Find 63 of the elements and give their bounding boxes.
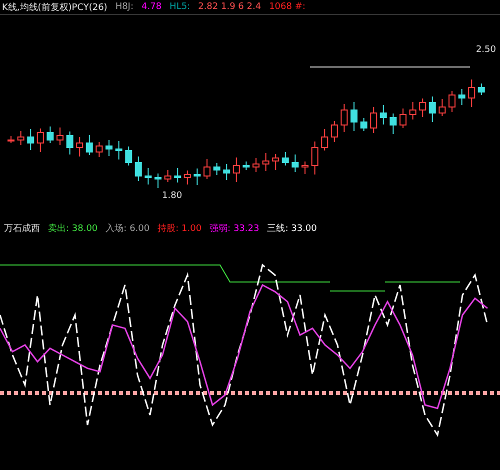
- candlestick: [106, 140, 112, 156]
- candlestick: [370, 106, 378, 134]
- candlestick: [458, 88, 466, 106]
- indicator-title: 万石成西: [4, 222, 40, 234]
- candlestick: [223, 164, 230, 180]
- candlestick: [252, 158, 260, 172]
- candlestick: [36, 128, 44, 152]
- header-text: H8J:: [115, 2, 134, 12]
- candlestick: [282, 152, 289, 166]
- candlestick: [204, 158, 210, 180]
- candlestick: [46, 126, 54, 144]
- candlestick: [292, 154, 299, 172]
- candlestick: [390, 113, 397, 134]
- candlestick: [409, 102, 416, 120]
- candlestick: [17, 130, 24, 146]
- candlestick: [321, 128, 328, 151]
- candlestick: [8, 136, 14, 144]
- candlestick: [448, 90, 456, 112]
- candlestick: [242, 161, 250, 170]
- candlestick: [134, 156, 142, 182]
- candlestick: [262, 152, 270, 172]
- candlestick: [419, 98, 426, 118]
- candlestick: [144, 168, 152, 185]
- candlestick: [213, 162, 220, 176]
- candlestick: [350, 102, 358, 132]
- candlestick: [27, 128, 34, 150]
- candlestick: [428, 96, 436, 122]
- indicator-value: 卖出: 38.00: [48, 222, 98, 234]
- header-text: HL5:: [170, 2, 190, 12]
- price-label: 2.50: [476, 45, 496, 55]
- candlestick: [400, 108, 406, 128]
- candlestick: [56, 127, 64, 146]
- candlestick: [478, 83, 485, 96]
- candlestick: [154, 173, 162, 188]
- candlestick: [164, 170, 172, 182]
- candlestick: [302, 161, 308, 174]
- header-text: 4.78: [142, 2, 162, 12]
- candlestick: [66, 131, 74, 155]
- price-label: 1.80: [162, 191, 182, 201]
- candlestick: [174, 168, 182, 183]
- candlestick: [360, 118, 368, 132]
- candlestick: [184, 170, 191, 185]
- header-text: 1068 #:: [269, 2, 306, 12]
- candlestick: [86, 134, 93, 156]
- indicator-value: 强弱: 33.23: [210, 222, 260, 234]
- candlestick: [232, 157, 240, 182]
- candlestick: [311, 141, 318, 175]
- candlestick: [96, 142, 103, 158]
- indicator-value: 入场: 6.00: [106, 222, 150, 234]
- candlestick: [330, 120, 338, 142]
- header-text: K线,均线(前复权)PCY(26): [2, 2, 108, 14]
- candlestick: [468, 79, 476, 108]
- candlestick: [438, 98, 446, 116]
- candlestick: [76, 136, 84, 157]
- candlestick: [125, 146, 132, 166]
- indicator-value: 持股: 1.00: [158, 222, 202, 234]
- candlestick: [194, 168, 201, 186]
- indicator-value: 三线: 33.00: [267, 222, 317, 234]
- candlestick: [272, 154, 280, 170]
- candlestick: [115, 140, 122, 160]
- header-text: 2.82 1.9 6 2.4: [198, 2, 262, 12]
- candlestick: [380, 104, 387, 125]
- candlestick: [340, 104, 348, 132]
